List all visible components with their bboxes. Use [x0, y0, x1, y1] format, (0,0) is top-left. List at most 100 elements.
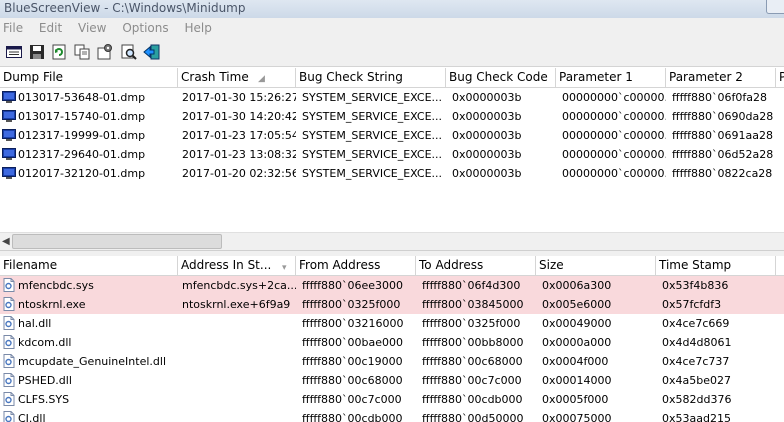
cell-0: mcupdate_GenuineIntel.dll [0, 352, 178, 371]
cell-text: CI.dll [18, 412, 46, 422]
dump-row[interactable]: 013017-15740-01.dmp 2017-01-30 14:20:42 SY… [0, 107, 784, 126]
cell-5: 0x4a5be027 [662, 374, 731, 387]
cell-text: CLFS.SYS [18, 393, 70, 406]
column-filename[interactable]: Filename [0, 256, 178, 275]
column-next[interactable]: P [776, 68, 784, 87]
cell-3: fffff800`03845000 [422, 298, 524, 311]
column-size[interactable]: Size [536, 256, 656, 275]
column-parameter-2[interactable]: Parameter 2 [666, 68, 776, 87]
driver-file-icon [2, 354, 16, 368]
cell-4: 0x00075000 [542, 412, 612, 422]
menu-help[interactable]: Help [180, 18, 219, 38]
driver-row[interactable]: PSHED.dll fffff880`00c68000 fffff880`00c7c… [0, 371, 784, 390]
dump-row[interactable]: 012017-32120-01.dmp 2017-01-20 02:32:56 SY… [0, 164, 784, 183]
cell-5: fffff880`0822ca28 [672, 167, 773, 180]
cell-text: 013017-15740-01.dmp [18, 110, 146, 123]
cell-text: 013017-53648-01.dmp [18, 91, 146, 104]
cell-2: fffff880`00c68000 [302, 374, 403, 387]
cell-2: fffff880`00cdb000 [302, 412, 403, 422]
cell-3: 0x0000003b [452, 148, 522, 161]
cell-0: kdcom.dll [0, 333, 178, 352]
column-address-in-stack[interactable]: Address In St... ▾ [178, 256, 296, 275]
column-from-address[interactable]: From Address [296, 256, 416, 275]
dump-file-icon [2, 90, 16, 104]
dump-row[interactable]: 012317-29640-01.dmp 2017-01-23 13:08:32 SY… [0, 145, 784, 164]
cell-3: 0x0000003b [452, 110, 522, 123]
cell-5: 0x53f4b836 [662, 279, 729, 292]
cell-5: 0x4d4d8061 [662, 336, 732, 349]
find-icon[interactable] [120, 43, 138, 61]
cell-5: 0x57fcfdf3 [662, 298, 722, 311]
column-to-address[interactable]: To Address [416, 256, 536, 275]
cell-0: 013017-15740-01.dmp [0, 107, 178, 126]
cell-text: 012017-32120-01.dmp [18, 167, 146, 180]
cell-3: fffff880`00c68000 [422, 355, 523, 368]
cell-0: 013017-53648-01.dmp [0, 88, 178, 107]
title-bar: BlueScreenView - C:\Windows\Minidump [0, 0, 784, 18]
cell-1: 2017-01-30 14:20:42 [182, 110, 296, 123]
dump-list-header: Dump File Crash Time ◢ Bug Check String … [0, 68, 784, 88]
scrollbar-thumb[interactable] [12, 234, 222, 249]
cell-text: hal.dll [18, 317, 52, 330]
driver-list: Filename Address In St... ▾ From Address… [0, 256, 784, 422]
cell-4: 0x0000a000 [542, 336, 612, 349]
window-title: BlueScreenView - C:\Windows\Minidump [4, 1, 246, 15]
properties-icon[interactable] [5, 43, 23, 61]
cell-5: 0x4ce7c669 [662, 317, 730, 330]
save-icon[interactable] [28, 43, 46, 61]
cell-3: fffff800`00bb8000 [422, 336, 524, 349]
driver-file-icon [2, 335, 16, 349]
cell-4: 0x0005f000 [542, 393, 609, 406]
column-parameter-1[interactable]: Parameter 1 [556, 68, 666, 87]
cell-text: 012317-29640-01.dmp [18, 148, 146, 161]
dump-row[interactable]: 013017-53648-01.dmp 2017-01-30 15:26:27 SY… [0, 88, 784, 107]
cell-2: SYSTEM_SERVICE_EXCE... [302, 91, 443, 104]
menu-file[interactable]: File [0, 18, 31, 38]
column-time-stamp[interactable]: Time Stamp [656, 256, 776, 275]
scroll-left-arrow-icon[interactable]: ◀ [2, 236, 10, 247]
driver-row[interactable]: kdcom.dll fffff800`00bae000 fffff800`00bb8… [0, 333, 784, 352]
driver-file-icon [2, 373, 16, 387]
cell-3: fffff880`00c7c000 [422, 374, 522, 387]
driver-row[interactable]: hal.dll fffff800`03216000 fffff800`0325f00… [0, 314, 784, 333]
column-dump-file[interactable]: Dump File [0, 68, 178, 87]
dump-file-icon [2, 147, 16, 161]
menu-edit[interactable]: Edit [35, 18, 70, 38]
copy-icon[interactable] [73, 43, 91, 61]
dump-file-icon [2, 166, 16, 180]
cell-text: ntoskrnl.exe [18, 298, 86, 311]
driver-row[interactable]: ntoskrnl.exe ntoskrnl.exe+6f9a9 fffff800`0… [0, 295, 784, 314]
cell-text: mcupdate_GenuineIntel.dll [18, 355, 166, 368]
cell-4: 00000000`c00000... [562, 129, 666, 142]
driver-row[interactable]: CLFS.SYS fffff880`00c7c000 fffff880`00cdb0… [0, 390, 784, 409]
cell-1 [180, 371, 296, 390]
refresh-icon[interactable] [50, 43, 68, 61]
cell-0: ntoskrnl.exe [0, 295, 178, 314]
driver-row[interactable]: CI.dll fffff880`00cdb000 fffff880`00d50000… [0, 409, 784, 422]
cell-1: 2017-01-23 17:05:54 [182, 129, 296, 142]
column-bug-check-string[interactable]: Bug Check String [296, 68, 446, 87]
cell-0: 012317-29640-01.dmp [0, 145, 178, 164]
close-window-button[interactable] [766, 0, 784, 14]
column-crash-time-label: Crash Time [181, 70, 249, 84]
driver-row[interactable]: mfencbdc.sys mfencbdc.sys+2ca... fffff880`… [0, 276, 784, 295]
column-bug-check-code[interactable]: Bug Check Code [446, 68, 556, 87]
cell-2: fffff800`00bae000 [302, 336, 404, 349]
cell-0: 012317-19999-01.dmp [0, 126, 178, 145]
exit-icon[interactable] [143, 43, 161, 61]
menu-view[interactable]: View [74, 18, 114, 38]
dump-file-list: Dump File Crash Time ◢ Bug Check String … [0, 68, 784, 232]
driver-file-icon [2, 411, 16, 422]
cell-1 [180, 333, 296, 352]
advanced-options-icon[interactable] [96, 43, 114, 61]
cell-5: fffff880`0690da28 [672, 110, 774, 123]
menu-options[interactable]: Options [118, 18, 176, 38]
driver-list-header: Filename Address In St... ▾ From Address… [0, 256, 784, 276]
cell-4: 00000000`c00000... [562, 91, 666, 104]
dump-row[interactable]: 012317-19999-01.dmp 2017-01-23 17:05:54 SY… [0, 126, 784, 145]
driver-row[interactable]: mcupdate_GenuineIntel.dll fffff880`00c190… [0, 352, 784, 371]
horizontal-scrollbar[interactable]: ◀ [0, 232, 784, 250]
cell-1: 2017-01-23 13:08:32 [182, 148, 296, 161]
column-crash-time[interactable]: Crash Time ◢ [178, 68, 296, 87]
cell-1 [180, 409, 296, 422]
